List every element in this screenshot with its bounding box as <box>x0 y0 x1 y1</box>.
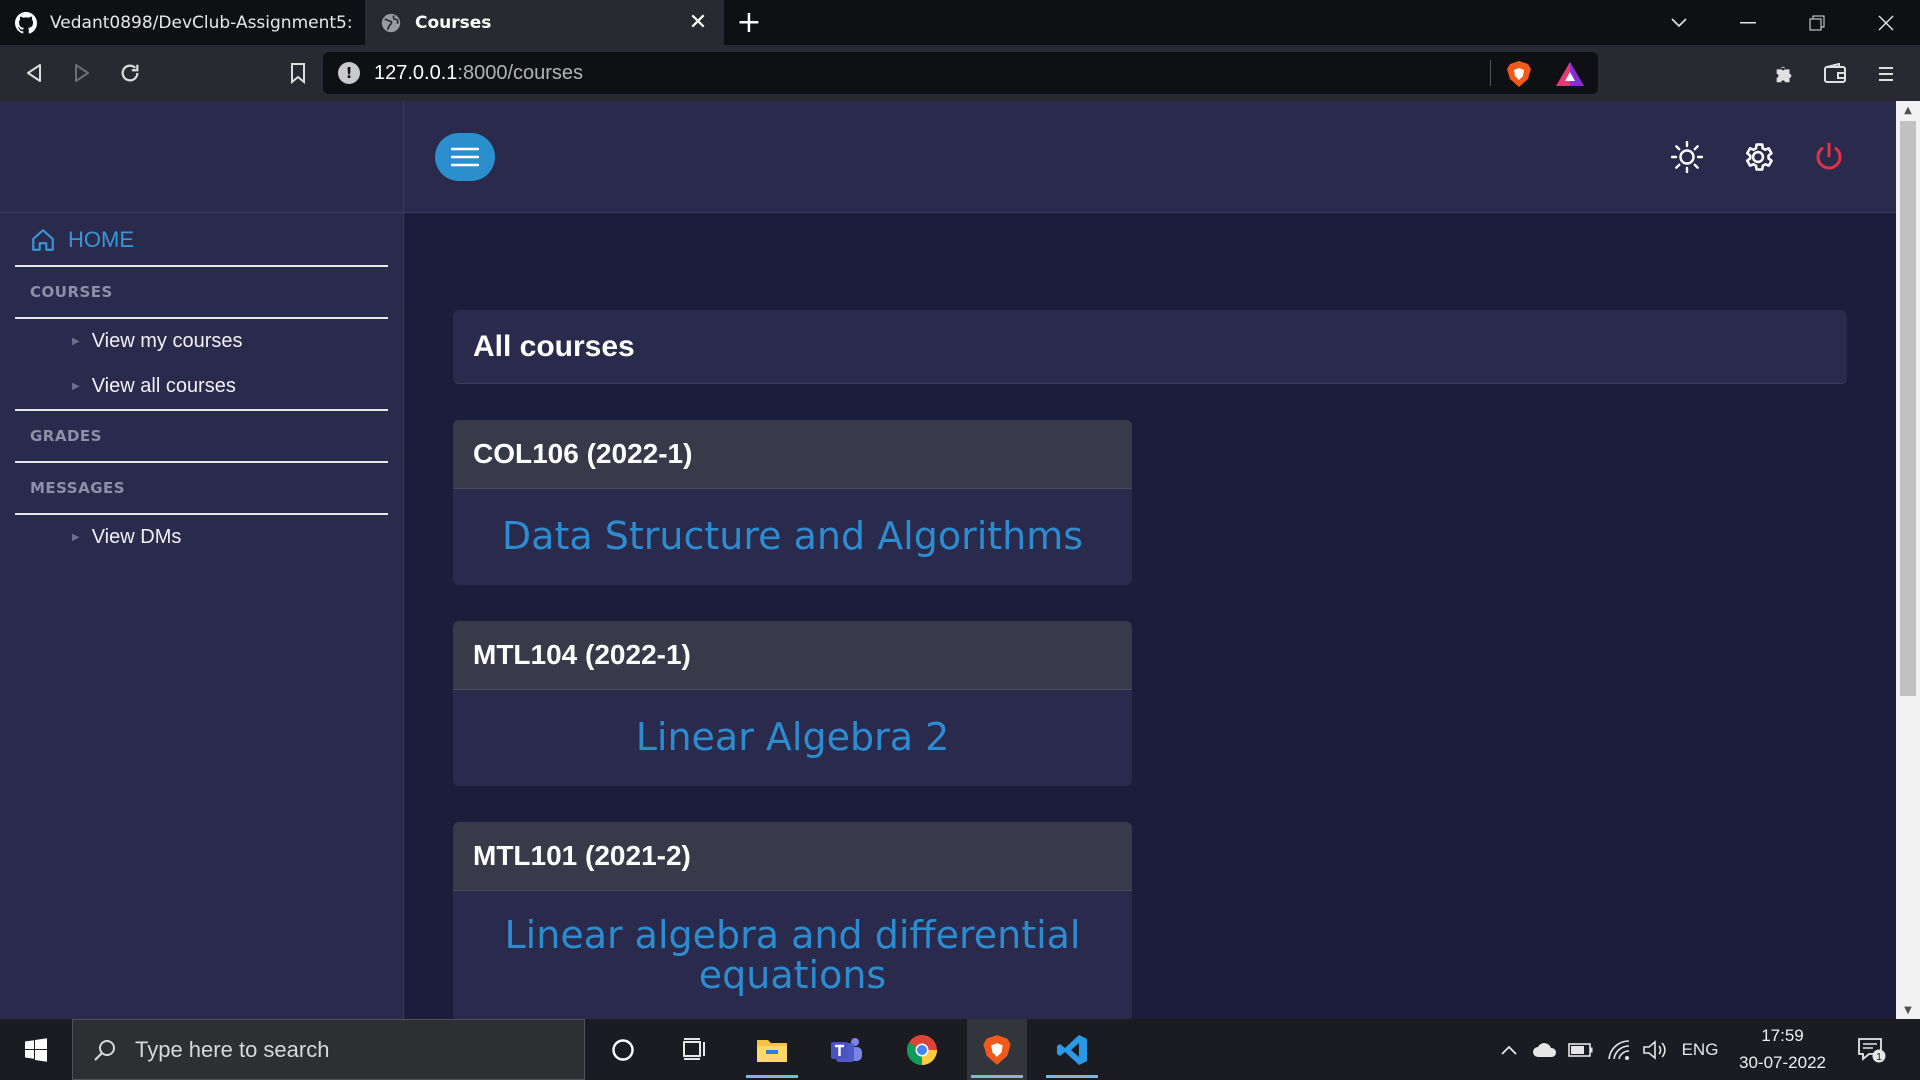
windows-start-button[interactable] <box>0 1019 72 1080</box>
settings-gear-icon[interactable] <box>1738 137 1778 177</box>
sidebar-item-label: View DMs <box>91 526 182 548</box>
scrollbar-thumb[interactable] <box>1900 121 1916 696</box>
notifications-icon[interactable]: 1 <box>1852 1019 1892 1080</box>
back-button[interactable] <box>10 49 58 97</box>
sidebar: HOME COURSES ▶ View my courses ▶ View al… <box>0 101 404 1019</box>
browser-tab-strip: Vedant0898/DevClub-Assignment5: Ba Cours… <box>0 0 1920 45</box>
chrome-icon[interactable] <box>892 1019 952 1080</box>
course-card[interactable]: MTL101 (2021-2) Linear algebra and diffe… <box>453 822 1132 1019</box>
scroll-up-arrow-icon[interactable]: ▲ <box>1896 101 1920 119</box>
caret-right-icon: ▶ <box>72 381 80 392</box>
bookmark-icon[interactable] <box>274 49 322 97</box>
site-info-icon[interactable]: ! <box>338 62 360 84</box>
brave-shields-icon[interactable] <box>1506 60 1532 88</box>
brave-browser-icon[interactable] <box>967 1019 1027 1080</box>
course-card[interactable]: COL106 (2022-1) Data Structure and Algor… <box>453 420 1132 585</box>
forward-button[interactable] <box>58 49 106 97</box>
minimize-button[interactable] <box>1713 0 1782 45</box>
sidebar-item-label: View all courses <box>91 375 236 397</box>
task-view-icon[interactable] <box>665 1019 725 1080</box>
page-title: All courses <box>453 310 1847 384</box>
caret-right-icon: ▶ <box>72 336 80 347</box>
taskbar-search-box[interactable]: Type here to search <box>72 1019 585 1080</box>
course-code: MTL101 (2021-2) <box>453 822 1132 891</box>
notification-count: 1 <box>1876 1051 1882 1062</box>
close-tab-icon[interactable]: ✕ <box>686 10 710 35</box>
scroll-down-arrow-icon[interactable]: ▼ <box>1896 1001 1920 1019</box>
tab-search-chevron-icon[interactable] <box>1644 0 1713 45</box>
running-indicator <box>746 1075 798 1078</box>
course-code: COL106 (2022-1) <box>453 420 1132 489</box>
search-icon <box>93 1038 117 1062</box>
running-indicator <box>1046 1075 1098 1078</box>
wifi-icon[interactable] <box>1604 1019 1634 1080</box>
sidebar-item-view-all-courses[interactable]: ▶ View all courses <box>0 364 403 409</box>
clock-date: 30-07-2022 <box>1739 1053 1826 1072</box>
close-window-button[interactable] <box>1851 0 1920 45</box>
sidebar-item-home[interactable]: HOME <box>0 215 403 265</box>
extensions-icon[interactable] <box>1766 56 1802 92</box>
cortana-icon[interactable] <box>593 1019 653 1080</box>
course-card[interactable]: MTL104 (2022-1) Linear Algebra 2 <box>453 621 1132 786</box>
tab-courses[interactable]: Courses ✕ <box>365 0 724 45</box>
hamburger-menu-icon[interactable] <box>1868 56 1904 92</box>
page-scrollbar[interactable]: ▲ ▼ <box>1896 101 1920 1019</box>
course-code: MTL104 (2022-1) <box>453 621 1132 690</box>
battery-icon[interactable] <box>1566 1019 1596 1080</box>
search-placeholder: Type here to search <box>135 1036 330 1062</box>
reload-button[interactable] <box>106 49 154 97</box>
course-name-link[interactable]: Linear Algebra 2 <box>453 690 1132 786</box>
sidebar-item-view-dms[interactable]: ▶ View DMs <box>0 515 403 560</box>
window-controls <box>1644 0 1920 45</box>
vscode-icon[interactable] <box>1042 1019 1102 1080</box>
theme-toggle-sun-icon[interactable] <box>1667 137 1707 177</box>
teams-icon[interactable] <box>817 1019 877 1080</box>
sidebar-section-grades: GRADES <box>30 427 102 445</box>
sidebar-header <box>0 101 403 213</box>
app-header <box>404 101 1896 213</box>
course-name-link[interactable]: Linear algebra and differential equation… <box>453 891 1132 1019</box>
sidebar-section-messages: MESSAGES <box>30 479 126 497</box>
brave-rewards-icon[interactable] <box>1555 60 1585 88</box>
main-content: All courses COL106 (2022-1) Data Structu… <box>453 310 1847 1019</box>
file-explorer-icon[interactable] <box>742 1019 802 1080</box>
sidebar-toggle-button[interactable] <box>435 133 495 181</box>
tab-title: Vedant0898/DevClub-Assignment5: Ba <box>50 12 351 33</box>
address-bar[interactable]: ! 127.0.0.1:8000/courses <box>323 52 1598 94</box>
new-tab-button[interactable]: + <box>724 0 774 45</box>
github-icon <box>14 11 38 35</box>
sidebar-item-label: View my courses <box>91 330 243 352</box>
system-clock[interactable]: 17:59 30-07-2022 <box>1730 1022 1835 1078</box>
wallet-icon[interactable] <box>1817 56 1853 92</box>
logout-power-icon[interactable] <box>1809 137 1849 177</box>
web-page: HOME COURSES ▶ View my courses ▶ View al… <box>0 101 1920 1019</box>
volume-icon[interactable] <box>1640 1019 1670 1080</box>
sidebar-section-courses: COURSES <box>30 283 113 301</box>
home-icon <box>30 227 56 253</box>
running-indicator <box>971 1075 1023 1078</box>
clock-time: 17:59 <box>1761 1026 1804 1045</box>
globe-icon <box>379 11 403 35</box>
tab-title: Courses <box>415 12 492 33</box>
address-bar-divider <box>1490 60 1491 86</box>
sidebar-item-view-my-courses[interactable]: ▶ View my courses <box>0 319 403 364</box>
show-hidden-icons-chevron-icon[interactable] <box>1494 1019 1524 1080</box>
tab-github[interactable]: Vedant0898/DevClub-Assignment5: Ba <box>0 0 365 45</box>
course-name-link[interactable]: Data Structure and Algorithms <box>453 489 1132 585</box>
restore-button[interactable] <box>1782 0 1851 45</box>
input-language[interactable]: ENG <box>1678 1019 1722 1080</box>
url-text: 127.0.0.1:8000/courses <box>374 61 584 84</box>
onedrive-cloud-icon[interactable] <box>1530 1019 1560 1080</box>
home-label: HOME <box>68 227 134 252</box>
caret-right-icon: ▶ <box>72 532 80 543</box>
